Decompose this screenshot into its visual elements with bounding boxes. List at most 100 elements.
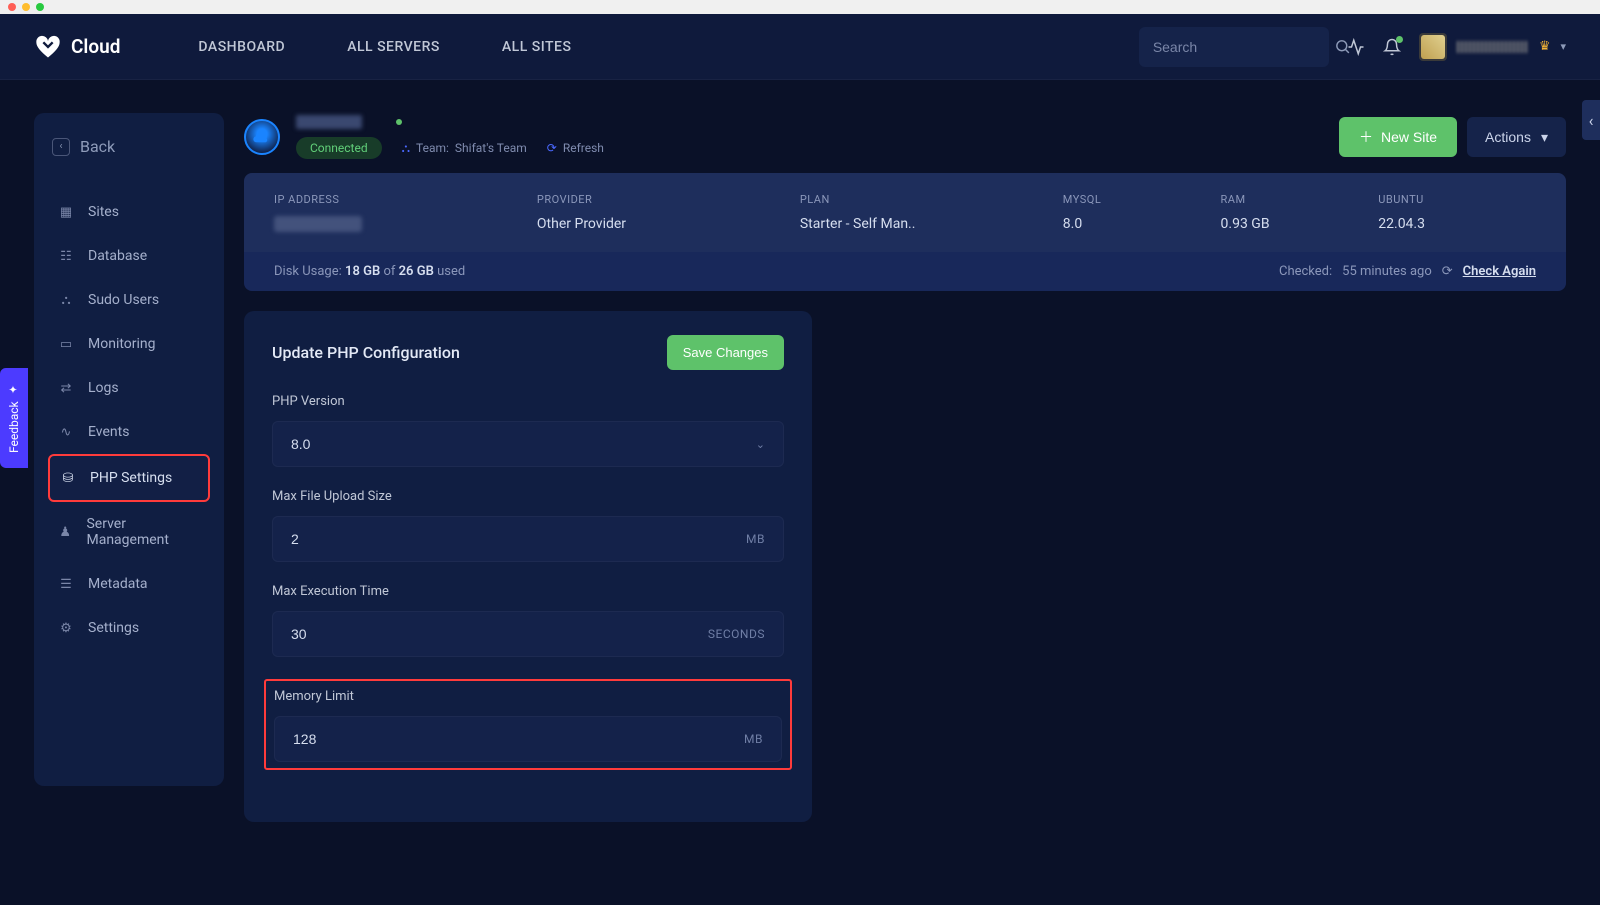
server-name-row [296, 115, 604, 129]
server-meta-row: Connected ⛬ Team: Shifat's Team ⟳ Refres… [296, 137, 604, 159]
brand-logo[interactable]: Cloud [34, 33, 120, 61]
usage-right-cluster: Checked: 55 minutes ago ⟳ Check Again [1279, 264, 1536, 279]
usage-prefix: Disk Usage: [274, 264, 342, 279]
plan-value: Starter - Self Man.. [800, 216, 1063, 232]
ram-value: 0.93 GB [1221, 216, 1379, 232]
sidebar-item-sites[interactable]: ▦ Sites [48, 190, 210, 234]
header-actions: ＋ New Site Actions ▾ [1339, 117, 1566, 157]
field-memory-limit: Memory Limit MB [264, 679, 792, 770]
sidebar-label: Sudo Users [88, 292, 159, 308]
nav-dashboard[interactable]: DASHBOARD [198, 39, 285, 55]
top-navigation: Cloud DASHBOARD ALL SERVERS ALL SITES ♛ … [0, 14, 1600, 80]
content-column: Connected ⛬ Team: Shifat's Team ⟳ Refres… [224, 113, 1566, 822]
memory-limit-input-wrap[interactable]: MB [274, 716, 782, 762]
nav-all-servers[interactable]: ALL SERVERS [347, 39, 440, 55]
sidebar-item-php-settings[interactable]: ⛁ PHP Settings [48, 454, 210, 502]
memory-limit-unit: MB [744, 732, 763, 746]
ram-label: RAM [1221, 193, 1379, 206]
nav-all-sites[interactable]: ALL SITES [502, 39, 572, 55]
bell-icon[interactable] [1383, 38, 1401, 56]
team-name: Shifat's Team [455, 141, 527, 155]
exec-time-input-wrap[interactable]: SECONDS [272, 611, 784, 657]
checked-time: 55 minutes ago [1342, 264, 1432, 279]
php-version-label: PHP Version [272, 394, 784, 409]
refresh-button[interactable]: ⟳ Refresh [547, 141, 604, 155]
php-version-select[interactable]: ⌄ [272, 421, 784, 467]
ip-redacted [274, 216, 362, 232]
disk-usage-bar: Disk Usage: 18 GB of 26 GB used Checked:… [244, 252, 1566, 291]
back-button[interactable]: ‹ Back [48, 131, 210, 162]
exec-time-label: Max Execution Time [272, 584, 784, 599]
team-label: ⛬ Team: Shifat's Team [402, 141, 527, 156]
window-max-dot[interactable] [36, 3, 44, 11]
info-provider: PROVIDER Other Provider [537, 193, 800, 232]
sidebar-label: Logs [88, 380, 119, 396]
exec-time-unit: SECONDS [708, 627, 765, 641]
sidebar-item-database[interactable]: ☷ Database [48, 234, 210, 278]
upload-size-input-wrap[interactable]: MB [272, 516, 784, 562]
sidebar-item-events[interactable]: ∿ Events [48, 410, 210, 454]
refresh-label: Refresh [563, 141, 604, 155]
mysql-value: 8.0 [1063, 216, 1221, 232]
sidebar-label: Monitoring [88, 336, 156, 352]
layers-icon: ▦ [58, 205, 74, 220]
sidebar-label: Server Management [86, 516, 200, 548]
nav-links: DASHBOARD ALL SERVERS ALL SITES [198, 39, 571, 55]
heart-cloud-icon [34, 33, 62, 61]
sidebar-item-sudo-users[interactable]: ⛬ Sudo Users [48, 278, 210, 322]
users-icon: ⛬ [58, 293, 74, 308]
feedback-tab[interactable]: Feedback ✦ [0, 368, 28, 468]
sidebar-item-server-management[interactable]: ♟ Server Management [48, 502, 210, 562]
top-right-cluster: ♛ ▾ [1139, 27, 1566, 67]
global-search[interactable] [1139, 27, 1329, 67]
database-icon: ☷ [58, 249, 74, 264]
info-ubuntu: UBUNTU 22.04.3 [1378, 193, 1536, 232]
refresh-icon: ⟳ [1442, 264, 1453, 279]
pulse-icon: ∿ [58, 425, 74, 440]
activity-icon[interactable] [1347, 38, 1365, 56]
plus-icon: ＋ [1359, 127, 1373, 147]
window-close-dot[interactable] [8, 3, 16, 11]
mysql-label: MYSQL [1063, 193, 1221, 206]
sparkle-icon: ✦ [8, 383, 21, 396]
status-dot [396, 119, 402, 125]
sidebar-label: Database [88, 248, 147, 264]
save-changes-button[interactable]: Save Changes [667, 335, 784, 370]
chevron-down-icon: ▾ [1541, 129, 1548, 146]
sidebar-item-settings[interactable]: ⚙ Settings [48, 606, 210, 650]
brand-text: Cloud [71, 35, 120, 58]
sidebar-item-logs[interactable]: ⇄ Logs [48, 366, 210, 410]
check-again-button[interactable]: Check Again [1463, 264, 1536, 279]
ubuntu-label: UBUNTU [1378, 193, 1536, 206]
sidebar-label: Sites [88, 204, 119, 220]
disk-icon: ⛁ [60, 471, 76, 486]
main-area: ‹ Back ▦ Sites ☷ Database ⛬ Sudo Users ▭… [0, 80, 1600, 822]
server-icon: ♟ [58, 525, 72, 540]
upload-size-input[interactable] [291, 531, 746, 547]
field-upload-size: Max File Upload Size MB [272, 489, 784, 562]
info-ip: IP ADDRESS [274, 193, 537, 232]
chevron-down-icon: ⌄ [756, 438, 765, 451]
upload-size-unit: MB [746, 532, 765, 546]
search-input[interactable] [1153, 39, 1334, 55]
sidebar-item-metadata[interactable]: ☰ Metadata [48, 562, 210, 606]
sidebar-item-monitoring[interactable]: ▭ Monitoring [48, 322, 210, 366]
sidebar: ‹ Back ▦ Sites ☷ Database ⛬ Sudo Users ▭… [34, 113, 224, 786]
field-php-version: PHP Version ⌄ [272, 394, 784, 467]
actions-dropdown[interactable]: Actions ▾ [1467, 117, 1566, 157]
chevron-left-icon: ‹ [1589, 111, 1594, 130]
info-mysql: MYSQL 8.0 [1063, 193, 1221, 232]
right-panel-collapse[interactable]: ‹ [1582, 100, 1600, 140]
feedback-label: Feedback [7, 402, 21, 454]
window-min-dot[interactable] [22, 3, 30, 11]
php-version-value[interactable] [291, 436, 756, 452]
user-menu[interactable]: ♛ ▾ [1419, 33, 1566, 61]
chevron-left-icon: ‹ [52, 138, 70, 156]
card-header: Update PHP Configuration Save Changes [272, 335, 784, 370]
exec-time-input[interactable] [291, 626, 708, 642]
new-site-button[interactable]: ＋ New Site [1339, 117, 1457, 157]
notification-dot [1396, 36, 1403, 43]
memory-limit-input[interactable] [293, 731, 744, 747]
sidebar-label: Settings [88, 620, 139, 636]
actions-label: Actions [1485, 129, 1531, 145]
